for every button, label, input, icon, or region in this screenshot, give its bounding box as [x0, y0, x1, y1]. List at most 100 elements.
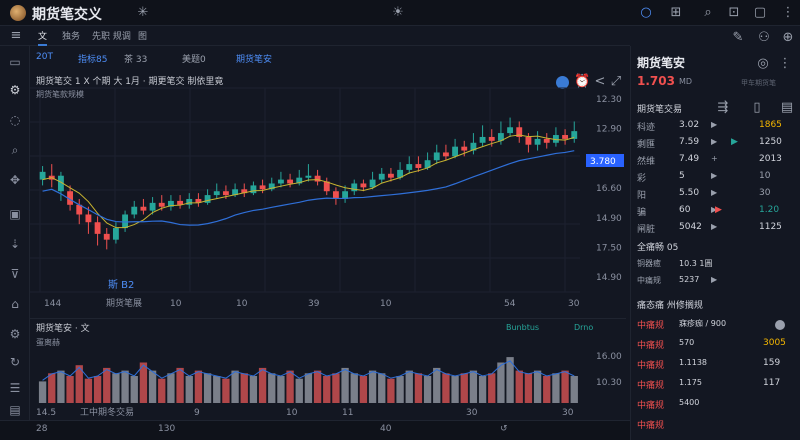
tab-0[interactable]: 文	[38, 29, 48, 46]
layout-button[interactable]: 茶 33	[124, 52, 147, 65]
account-icon[interactable]: ⚇	[756, 30, 772, 46]
bottom-item-3[interactable]: ↺	[500, 424, 508, 434]
y-tick-label: 14.90	[596, 273, 622, 283]
magnify-icon[interactable]: ⌕	[700, 5, 716, 21]
filter-icon[interactable]: ⊽	[7, 266, 23, 282]
volume-legend[interactable]: 期货笔安 · 文	[36, 321, 90, 334]
vol-x-tick: 11	[342, 408, 353, 418]
compare-button[interactable]: 美题0	[182, 52, 206, 65]
candle-body	[314, 175, 321, 182]
price-chart-svg[interactable]: 12.3012.9018.8016.6014.9017.5014.903.780…	[30, 70, 626, 315]
candle-body	[222, 191, 229, 196]
candle-body	[442, 152, 449, 157]
target-icon[interactable]: ◎	[755, 56, 771, 72]
refresh-icon[interactable]: ↻	[7, 354, 23, 370]
move-icon[interactable]: ✥	[7, 172, 23, 188]
section-row-value: 10.3 1圓	[679, 259, 713, 268]
stat-value: 5.50	[679, 188, 700, 198]
tab-1[interactable]: 独务	[62, 29, 80, 42]
interval-button[interactable]: 20T	[36, 52, 53, 62]
stat-value: 3.02	[679, 120, 700, 130]
image-icon[interactable]: ⊡	[726, 5, 742, 21]
tab-3[interactable]: 图	[138, 29, 147, 42]
stat-label: 剩匯	[637, 140, 656, 150]
stat-value: 7.59	[679, 137, 700, 147]
gift-icon[interactable]: ✎	[730, 30, 746, 46]
volume-bar	[222, 378, 230, 403]
candle-body	[85, 214, 92, 223]
price-label: 3.780	[590, 157, 616, 167]
menu-icon[interactable]: ≡	[8, 28, 24, 44]
search-icon[interactable]: ○	[638, 5, 654, 21]
volume-bar	[423, 376, 432, 403]
vol-x-tick: 工中期冬交易	[80, 406, 134, 418]
search-icon[interactable]: ⌕	[7, 142, 23, 158]
volume-legend-right1: Bunbtus	[506, 323, 540, 332]
volume-bar	[350, 373, 358, 403]
gear-icon[interactable]: ⚙	[7, 82, 23, 98]
section2-row-label: 中痛规	[637, 421, 665, 431]
home-icon[interactable]: ⌂	[7, 296, 23, 312]
volume-chart-svg[interactable]: 16.00 10.30 14.5 工中期冬交易 9 10 11 30 30	[30, 319, 626, 419]
volume-bar	[277, 376, 285, 403]
stat-arrow[interactable]: ▶	[711, 171, 717, 180]
bell-icon[interactable]: ▢	[752, 5, 768, 21]
candle-body	[433, 152, 440, 161]
list-icon[interactable]: ☰	[7, 380, 23, 396]
stat-arrow[interactable]: ▶	[711, 137, 717, 146]
volume-bar	[442, 373, 450, 403]
zoom-icon[interactable]: ⊞	[668, 5, 684, 21]
section2-row-value: 570	[679, 338, 695, 347]
section2-row-label: 中痛规	[637, 401, 665, 411]
chat-icon[interactable]: ◌	[7, 112, 23, 128]
candle-body	[507, 127, 514, 134]
section2-row-right: 117	[763, 378, 781, 388]
volume-legend-right2: Drno	[574, 323, 594, 332]
bottom-item-2[interactable]: 40	[380, 424, 391, 434]
pen-icon[interactable]: ⇣	[7, 236, 23, 252]
section-row-arrow[interactable]: ▶	[711, 275, 717, 284]
volume-chart[interactable]: 16.00 10.30 14.5 工中期冬交易 9 10 11 30 30 期货笔安 · 文 蛋…	[30, 318, 626, 418]
symbol-title: 期货笔安	[637, 56, 686, 70]
price-chart[interactable]: 12.3012.9018.8016.6014.9017.5014.903.780…	[30, 70, 626, 315]
bottom-item-0[interactable]: 28	[36, 424, 47, 434]
trash-icon[interactable]: ▤	[7, 402, 23, 418]
vol-x-tick: 14.5	[36, 408, 56, 418]
volume-bar	[359, 376, 368, 403]
list-icon[interactable]: ▯	[749, 100, 765, 116]
symbol-price: 1.703	[637, 74, 675, 88]
stat-arrow[interactable]: ▶	[711, 188, 717, 197]
candle-body	[461, 146, 468, 151]
bars-icon[interactable]: ▤	[779, 100, 795, 116]
stat-arrow[interactable]: ▶	[711, 120, 717, 129]
chart-annotation: 斯 B2	[108, 278, 134, 291]
candle-body	[149, 202, 156, 211]
volume-bar	[378, 373, 386, 403]
toggle-icon[interactable]	[775, 320, 785, 330]
y-tick-label: 12.90	[596, 125, 622, 135]
sun-icon[interactable]: ☀	[390, 5, 406, 21]
doc-icon[interactable]: ▭	[7, 54, 23, 70]
pin-icon[interactable]: ✳	[135, 5, 151, 21]
section-row-label: 铜器癒	[637, 259, 661, 268]
bottom-item-1[interactable]: 130	[158, 424, 175, 434]
settings-icon[interactable]: ⚙	[7, 326, 23, 342]
section-row-value: 5237	[679, 275, 700, 284]
candle-body	[122, 214, 129, 229]
vol-x-tick: 10	[286, 408, 298, 418]
more-icon[interactable]: ⋮	[780, 5, 796, 21]
candle-body	[158, 202, 165, 207]
stat-value: 5	[679, 171, 685, 181]
chart-icon[interactable]: ⇶	[715, 100, 731, 116]
candle-body	[103, 233, 110, 240]
stat-arrow[interactable]: +	[711, 154, 718, 163]
more-icon[interactable]: ⋮	[777, 56, 793, 72]
tab-2[interactable]: 先职 规调	[92, 29, 131, 42]
save-icon[interactable]: ▣	[7, 206, 23, 222]
add-icon[interactable]: ⊕	[780, 30, 796, 46]
replay-button[interactable]: 期货笔安	[236, 52, 272, 65]
x-tick-label: 54	[504, 299, 516, 309]
indicators-button[interactable]: 指标85	[78, 52, 107, 65]
stat-arrow[interactable]: ▶	[711, 222, 717, 231]
vol-x-tick: 30	[562, 408, 574, 418]
